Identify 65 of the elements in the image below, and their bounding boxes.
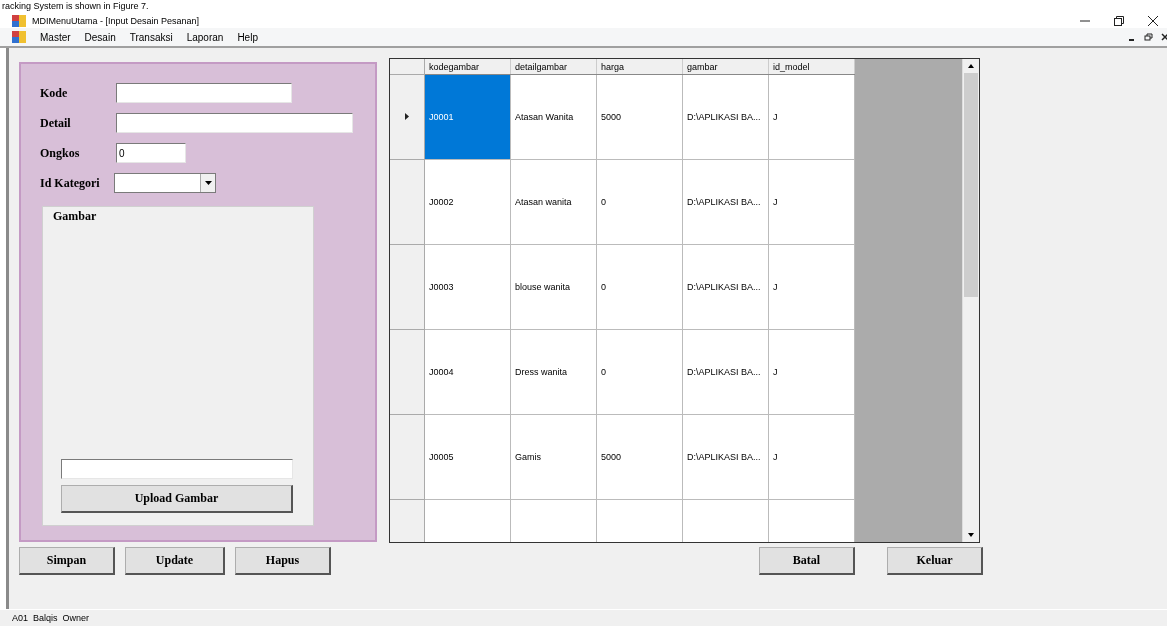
table-cell: J bbox=[768, 329, 855, 415]
table-cell: J0004 bbox=[424, 329, 511, 415]
field-label: Detail bbox=[40, 115, 72, 131]
table-cell: D:\APLIKASI BA... bbox=[682, 329, 769, 415]
dropdown-arrow-icon bbox=[204, 181, 212, 185]
table-cell: J0005 bbox=[424, 414, 511, 500]
menu-item[interactable]: Laporan bbox=[186, 31, 224, 43]
action-button[interactable]: Hapus bbox=[235, 547, 331, 575]
table-cell: Atasan Wanita bbox=[510, 74, 597, 160]
dropdown-field[interactable] bbox=[114, 173, 216, 193]
column-header[interactable]: kodegambar bbox=[424, 59, 511, 75]
table-cell: 5000 bbox=[596, 414, 683, 500]
restore-icon[interactable] bbox=[1113, 14, 1125, 27]
table-cell: blouse wanita bbox=[510, 244, 597, 330]
action-button[interactable]: Simpan bbox=[19, 547, 115, 575]
scrollbar-thumb[interactable] bbox=[964, 73, 978, 297]
menu-item[interactable]: Help bbox=[237, 31, 258, 43]
table-cell: J0002 bbox=[424, 159, 511, 245]
table-cell: D:\APLIKASI BA... bbox=[682, 414, 769, 500]
table-cell: J bbox=[768, 74, 855, 160]
column-header[interactable]: detailgambar bbox=[510, 59, 597, 75]
input-field[interactable] bbox=[116, 83, 292, 103]
column-header[interactable]: gambar bbox=[682, 59, 769, 75]
row-pointer-icon bbox=[405, 113, 409, 120]
action-button[interactable]: Keluar bbox=[887, 547, 983, 575]
vertical-scrollbar[interactable] bbox=[962, 59, 979, 542]
close-icon[interactable] bbox=[1147, 14, 1159, 27]
table-cell: J bbox=[768, 159, 855, 245]
upload-button[interactable]: Upload Gambar bbox=[61, 485, 293, 513]
status-text: Owner bbox=[62, 613, 90, 623]
table-cell: D:\APLIKASI BA... bbox=[682, 244, 769, 330]
table-cell: J bbox=[768, 414, 855, 500]
field-label: Id Kategori bbox=[40, 175, 101, 191]
table-cell: Atasan wanita bbox=[510, 159, 597, 245]
menu-item[interactable]: Transaksi bbox=[129, 31, 173, 43]
menu-item[interactable]: Desain bbox=[84, 31, 116, 43]
action-button[interactable]: Update bbox=[125, 547, 225, 575]
window-title: MDIMenuUtama - [Input Desain Pesanan] bbox=[32, 15, 200, 26]
table-cell: J bbox=[768, 244, 855, 330]
table-cell: J0001 bbox=[424, 74, 511, 160]
field-label: Kode bbox=[40, 85, 69, 101]
menu-item[interactable]: Master bbox=[40, 31, 71, 43]
column-header[interactable]: harga bbox=[596, 59, 683, 75]
table-cell: 0 bbox=[596, 329, 683, 415]
close-icon[interactable] bbox=[1161, 33, 1167, 41]
column-header[interactable]: id_model bbox=[768, 59, 855, 75]
action-button[interactable]: Batal bbox=[759, 547, 855, 575]
status-text: Balqis bbox=[33, 613, 58, 623]
restore-icon[interactable] bbox=[1144, 33, 1153, 41]
table-cell: 0 bbox=[596, 159, 683, 245]
table-cell: D:\APLIKASI BA... bbox=[682, 74, 769, 160]
app-icon[interactable] bbox=[12, 31, 26, 43]
input-field[interactable] bbox=[61, 459, 293, 479]
table-cell: J0003 bbox=[424, 244, 511, 330]
field-label: Ongkos bbox=[40, 145, 81, 161]
table-cell: Gamis bbox=[510, 414, 597, 500]
input-field[interactable] bbox=[116, 113, 353, 133]
table-cell: Dress wanita bbox=[510, 329, 597, 415]
table-cell: D:\APLIKASI BA... bbox=[682, 159, 769, 245]
input-field[interactable]: 0 bbox=[116, 143, 186, 163]
caption-text: racking System is shown in Figure 7. bbox=[1, 0, 149, 12]
app-icon bbox=[12, 14, 26, 27]
table-cell: 0 bbox=[596, 244, 683, 330]
table-cell: 5000 bbox=[596, 74, 683, 160]
status-text: A01 bbox=[12, 613, 28, 623]
